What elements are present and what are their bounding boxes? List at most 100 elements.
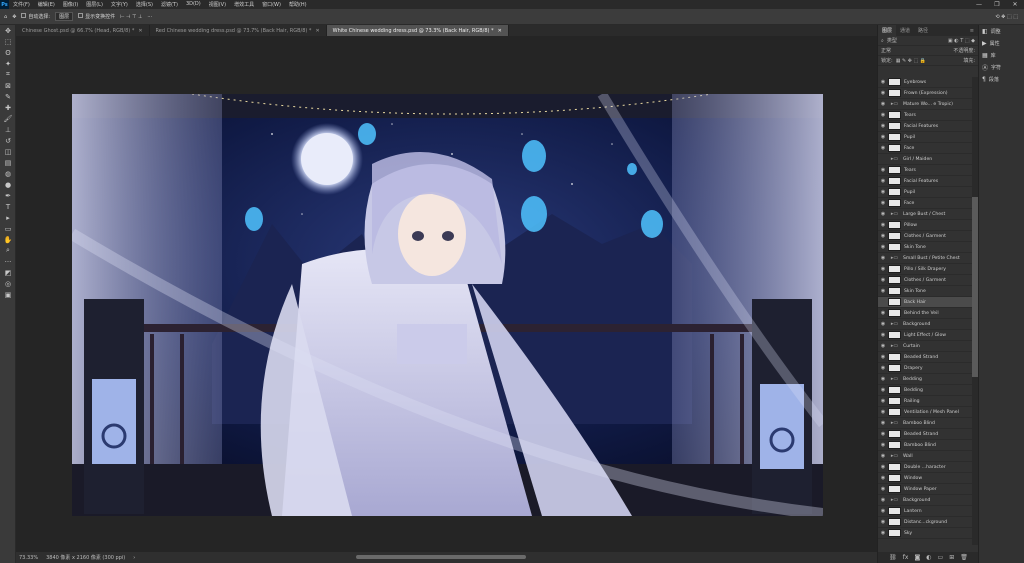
layer-row[interactable]: ◉ Skin Tone bbox=[878, 242, 972, 253]
visibility-eye-icon[interactable]: ◉ bbox=[878, 321, 888, 327]
visibility-eye-icon[interactable]: ◉ bbox=[878, 420, 888, 426]
layer-row[interactable]: ◉ Pillow bbox=[878, 220, 972, 231]
dock-item[interactable]: Ⓐ 字符 bbox=[979, 61, 1024, 73]
layer-row[interactable]: ◉ ▸▭ Curtain bbox=[878, 341, 972, 352]
magic-wand-icon[interactable]: ✦ bbox=[0, 58, 16, 69]
close-button[interactable]: ✕ bbox=[1006, 0, 1024, 9]
layer-row[interactable]: ◉ ▸▭ Wall bbox=[878, 451, 972, 462]
pen-tool-icon[interactable]: ✒ bbox=[0, 190, 16, 201]
eyedropper-icon[interactable]: ✎ bbox=[0, 91, 16, 102]
folder-icon[interactable]: ▸▭ bbox=[888, 255, 901, 261]
menu-item[interactable]: 选择(S) bbox=[132, 1, 157, 8]
layer-row[interactable]: ◉ Face bbox=[878, 198, 972, 209]
folder-icon[interactable]: ▸▭ bbox=[888, 321, 901, 327]
layer-row[interactable]: ◉ Drapery bbox=[878, 363, 972, 374]
horizontal-scrollbar[interactable] bbox=[356, 555, 526, 559]
menu-item[interactable]: 图层(L) bbox=[82, 1, 107, 8]
close-icon[interactable]: ✕ bbox=[498, 28, 502, 34]
layer-row[interactable]: ◉ Railing bbox=[878, 396, 972, 407]
eraser-tool-icon[interactable]: ◫ bbox=[0, 146, 16, 157]
visibility-eye-icon[interactable]: ◉ bbox=[878, 112, 888, 118]
visibility-eye-icon[interactable]: ◉ bbox=[878, 167, 888, 173]
lock-icons[interactable]: ▦ ✎ ✥ ⬚ 🔒 bbox=[896, 58, 926, 64]
align-icons[interactable]: ⊢ ⊣ ⊤ ⊥ bbox=[120, 14, 142, 20]
healing-brush-icon[interactable]: ✚ bbox=[0, 102, 16, 113]
dodge-tool-icon[interactable]: ● bbox=[0, 179, 16, 190]
visibility-eye-icon[interactable]: ◉ bbox=[878, 134, 888, 140]
home-icon[interactable]: ⌂ bbox=[4, 14, 7, 20]
zoom-tool-icon[interactable]: ⌕ bbox=[0, 245, 16, 256]
photoshop-logo[interactable]: Ps bbox=[0, 0, 9, 9]
menu-item[interactable]: 文字(Y) bbox=[107, 1, 132, 8]
layer-row[interactable]: ◉ ▸▭ Bedding bbox=[878, 374, 972, 385]
visibility-eye-icon[interactable]: ◉ bbox=[878, 211, 888, 217]
visibility-eye-icon[interactable]: ◉ bbox=[878, 431, 888, 437]
visibility-eye-icon[interactable]: ◉ bbox=[878, 244, 888, 250]
share-icons[interactable]: ⟲ ✥ ⬚ ⬚ bbox=[995, 14, 1018, 20]
tab-chinese-ghost[interactable]: Chinese Ghost.psd @ 66.7% (Head, RGB/8) … bbox=[16, 25, 150, 36]
mask-icon[interactable]: ◙ bbox=[914, 554, 920, 561]
visibility-eye-icon[interactable]: ◉ bbox=[878, 409, 888, 415]
brush-tool-icon[interactable]: 🖌 bbox=[0, 113, 16, 124]
layer-row[interactable]: ◉ Bamboo Blind bbox=[878, 440, 972, 451]
quick-mask-icon[interactable]: ◎ bbox=[0, 278, 16, 289]
folder-icon[interactable]: ▭ bbox=[938, 554, 944, 561]
visibility-eye-icon[interactable]: ◉ bbox=[878, 376, 888, 382]
folder-icon[interactable]: ▸▭ bbox=[888, 211, 901, 217]
visibility-eye-icon[interactable]: ◉ bbox=[878, 266, 888, 272]
gradient-tool-icon[interactable]: ▤ bbox=[0, 157, 16, 168]
tab-red-dress[interactable]: Red Chinese wedding dress.psd @ 73.7% (B… bbox=[150, 25, 327, 36]
maximize-button[interactable]: ❐ bbox=[988, 0, 1006, 9]
visibility-eye-icon[interactable]: ◉ bbox=[878, 90, 888, 96]
layer-row[interactable]: ◉ Distanc...ckground bbox=[878, 517, 972, 528]
visibility-eye-icon[interactable]: ◉ bbox=[878, 255, 888, 261]
folder-icon[interactable]: ▸▭ bbox=[888, 156, 901, 162]
link-icon[interactable]: ⛓ bbox=[889, 554, 897, 561]
visibility-eye-icon[interactable]: ◉ bbox=[878, 343, 888, 349]
more-tools-icon[interactable]: ··· bbox=[0, 256, 16, 267]
adjustment-icon[interactable]: ◐ bbox=[926, 554, 931, 561]
auto-select-toggle[interactable]: 自动选择: bbox=[21, 13, 50, 20]
menu-item[interactable]: 图像(I) bbox=[59, 1, 82, 8]
transform-controls-toggle[interactable]: 显示变换控件 bbox=[78, 13, 115, 20]
layer-row[interactable]: ◉ Skin Tone bbox=[878, 286, 972, 297]
screen-mode-icon[interactable]: ▣ bbox=[0, 289, 16, 300]
layer-row[interactable]: ◉ Behind the Veil bbox=[878, 308, 972, 319]
path-select-icon[interactable]: ▸ bbox=[0, 212, 16, 223]
visibility-eye-icon[interactable]: ◉ bbox=[878, 233, 888, 239]
minimize-button[interactable]: — bbox=[970, 0, 988, 9]
layer-row[interactable]: ◉ Beaded Strand bbox=[878, 352, 972, 363]
chevron-right-icon[interactable]: › bbox=[133, 555, 135, 561]
visibility-eye-icon[interactable]: ◉ bbox=[878, 508, 888, 514]
filter-icons[interactable]: ▣ ◐ T ⬚ ◆ bbox=[948, 38, 975, 44]
folder-icon[interactable]: ▸▭ bbox=[888, 453, 901, 459]
menu-item[interactable]: 帮助(H) bbox=[285, 1, 311, 8]
visibility-eye-icon[interactable]: ◉ bbox=[878, 475, 888, 481]
layer-row[interactable]: ◉ Facial Features bbox=[878, 121, 972, 132]
marquee-tool-icon[interactable]: ⬚ bbox=[0, 36, 16, 47]
visibility-eye-icon[interactable]: ◉ bbox=[878, 277, 888, 283]
blend-mode-select[interactable]: 正常 bbox=[881, 47, 891, 54]
shape-tool-icon[interactable]: ▭ bbox=[0, 223, 16, 234]
folder-icon[interactable]: ▸▭ bbox=[888, 101, 901, 107]
blur-tool-icon[interactable]: ◍ bbox=[0, 168, 16, 179]
menu-item[interactable]: 视图(V) bbox=[205, 1, 230, 8]
visibility-eye-icon[interactable]: ◉ bbox=[878, 310, 888, 316]
visibility-eye-icon[interactable]: ◉ bbox=[878, 453, 888, 459]
kind-filter[interactable]: 类型 bbox=[887, 37, 897, 44]
layer-row[interactable]: ◉ Light Effect / Glow bbox=[878, 330, 972, 341]
move-tool-icon[interactable]: ✥ bbox=[12, 14, 16, 20]
folder-icon[interactable]: ▸▭ bbox=[888, 497, 901, 503]
visibility-eye-icon[interactable]: ◉ bbox=[878, 200, 888, 206]
layer-row[interactable]: ◉ Face bbox=[878, 143, 972, 154]
folder-icon[interactable]: ▸▭ bbox=[888, 420, 901, 426]
stamp-tool-icon[interactable]: ⊥ bbox=[0, 124, 16, 135]
layer-row[interactable]: ◉ ▸▭ Background bbox=[878, 319, 972, 330]
layer-row[interactable]: ◉ Facial Features bbox=[878, 176, 972, 187]
tab-paths[interactable]: 路径 bbox=[914, 25, 932, 36]
visibility-eye-icon[interactable]: ◉ bbox=[878, 101, 888, 107]
fx-icon[interactable]: fx bbox=[903, 554, 909, 561]
layer-row[interactable]: ◉ Double ...haracter bbox=[878, 462, 972, 473]
layer-row[interactable]: ◉ Window Paper bbox=[878, 484, 972, 495]
hand-tool-icon[interactable]: ✋ bbox=[0, 234, 16, 245]
